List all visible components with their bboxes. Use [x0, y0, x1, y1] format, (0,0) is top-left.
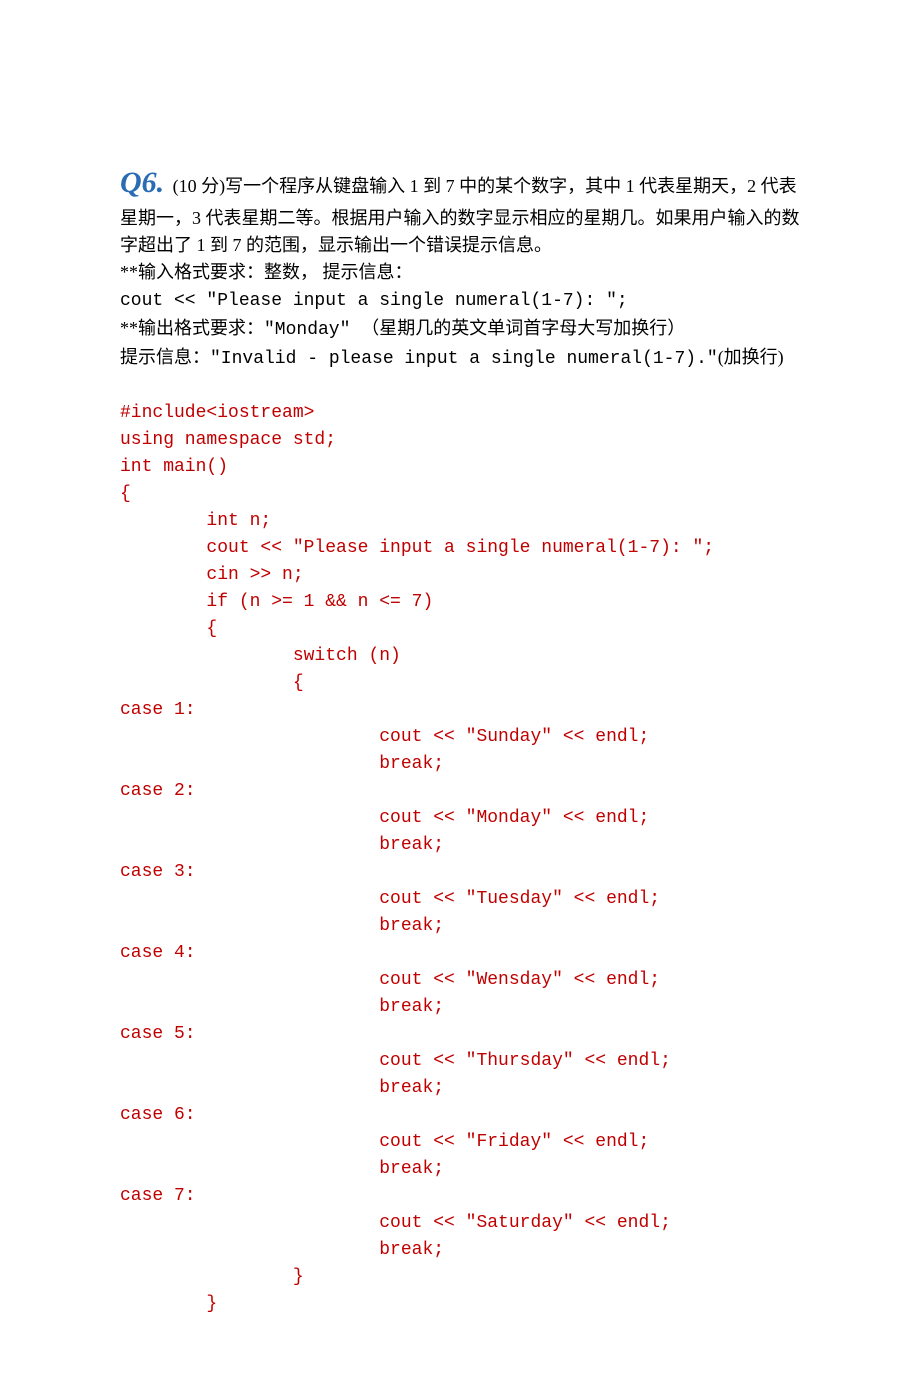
code-line: cout << "Please input a single numeral(1… [120, 538, 714, 558]
code-line: #include<iostream> [120, 403, 314, 423]
output-spec-line-1: **输出格式要求："Monday" （星期几的英文单词首字母大写加换行） [120, 315, 800, 344]
code-line: } [120, 1294, 217, 1314]
question-block: Q6. (10 分)写一个程序从键盘输入 1 到 7 中的某个数字，其中 1 代… [120, 160, 800, 259]
output-spec-hint-suffix: (加换行) [718, 347, 784, 367]
output-spec-hint-prefix: 提示信息： [120, 347, 210, 367]
code-line: } [120, 1267, 304, 1287]
code-line: break; [120, 1240, 444, 1260]
input-spec-code: cout << "Please input a single numeral(1… [120, 291, 628, 311]
code-line: { [120, 673, 304, 693]
code-line: break; [120, 916, 444, 936]
code-line: cout << "Sunday" << endl; [120, 727, 649, 747]
code-line: case 7: [120, 1186, 196, 1206]
code-line: break; [120, 1159, 444, 1179]
output-spec-line-2: 提示信息："Invalid - please input a single nu… [120, 344, 800, 373]
code-line: switch (n) [120, 646, 401, 666]
document-page: Q6. (10 分)写一个程序从键盘输入 1 到 7 中的某个数字，其中 1 代… [0, 0, 920, 1378]
code-line: using namespace std; [120, 430, 336, 450]
code-line: case 3: [120, 862, 196, 882]
code-line: cin >> n; [120, 565, 304, 585]
code-line: cout << "Wensday" << endl; [120, 970, 660, 990]
output-spec-prefix: **输出格式要求： [120, 318, 264, 338]
question-label: Q6. [120, 166, 164, 199]
input-spec-prefix: **输入格式要求：整数， 提示信息： [120, 262, 413, 282]
output-spec-note: （星期几的英文单词首字母大写加换行） [361, 318, 685, 338]
code-line: cout << "Tuesday" << endl; [120, 889, 660, 909]
question-points: (10 分) [173, 176, 226, 196]
code-line: break; [120, 997, 444, 1017]
code-block: #include<iostream> using namespace std; … [120, 373, 800, 1318]
code-line: cout << "Friday" << endl; [120, 1132, 649, 1152]
code-line: { [120, 484, 131, 504]
code-line: cout << "Saturday" << endl; [120, 1213, 671, 1233]
code-line: int n; [120, 511, 271, 531]
code-line: case 1: [120, 700, 196, 720]
code-line: if (n >= 1 && n <= 7) [120, 592, 433, 612]
output-spec-example: "Monday" [264, 320, 361, 340]
code-line: case 2: [120, 781, 196, 801]
code-line: cout << "Thursday" << endl; [120, 1051, 671, 1071]
code-line: break; [120, 835, 444, 855]
code-line: case 6: [120, 1105, 196, 1125]
output-spec-hint-code: "Invalid - please input a single numeral… [210, 349, 718, 369]
code-line: { [120, 619, 217, 639]
code-line: break; [120, 754, 444, 774]
code-line: cout << "Monday" << endl; [120, 808, 649, 828]
input-spec: **输入格式要求：整数， 提示信息： cout << "Please input … [120, 259, 800, 315]
code-line: int main() [120, 457, 228, 477]
code-line: break; [120, 1078, 444, 1098]
code-line: case 4: [120, 943, 196, 963]
code-line: case 5: [120, 1024, 196, 1044]
